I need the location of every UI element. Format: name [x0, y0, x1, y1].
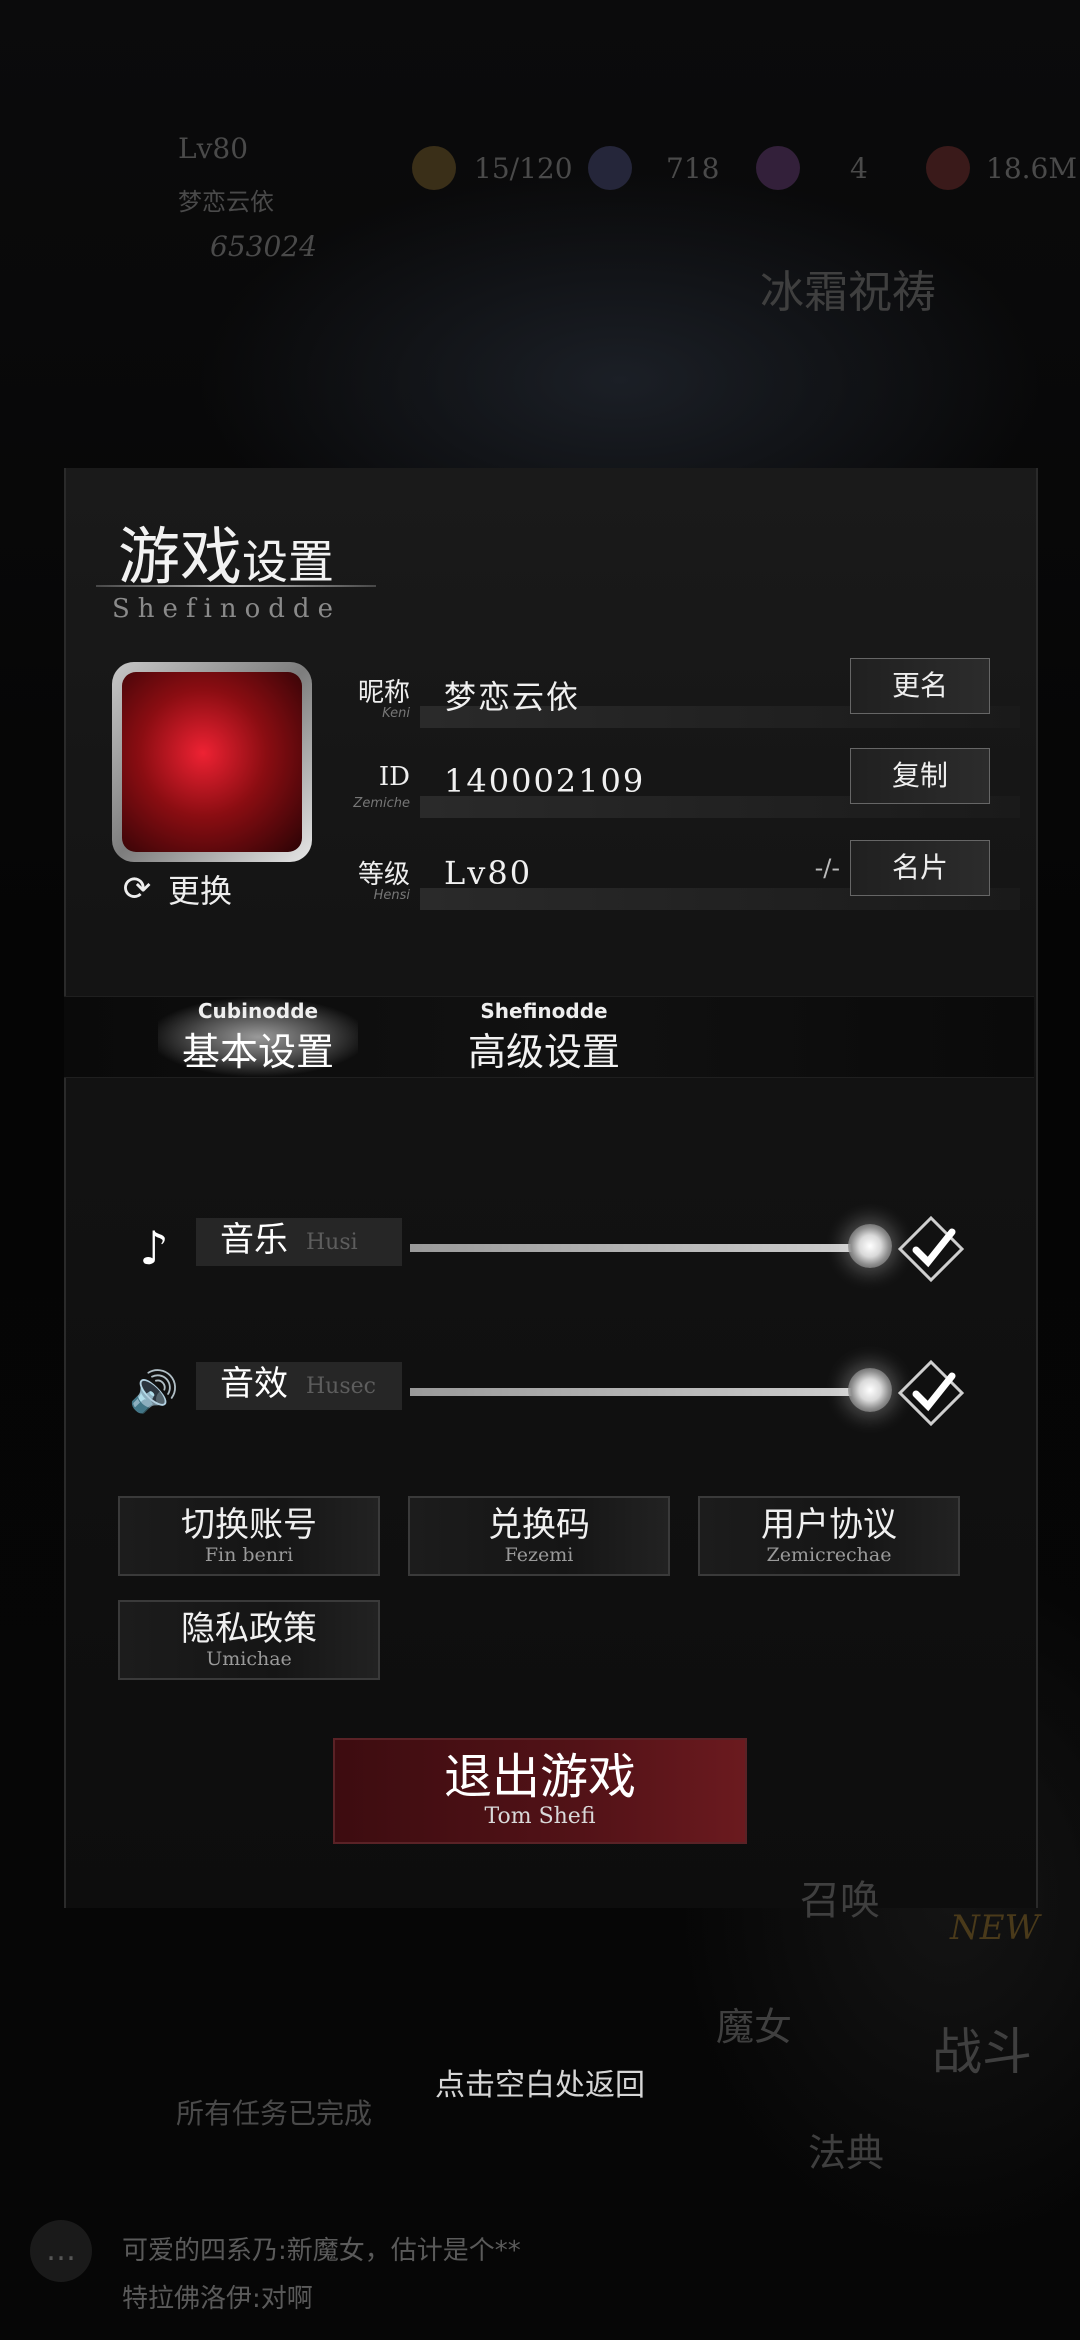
tab-advanced-en: Shefinodde: [480, 999, 608, 1023]
chat-icon[interactable]: …: [30, 2220, 92, 2282]
music-label: 音乐: [220, 1220, 288, 1260]
nickname-label: 昵称: [357, 678, 410, 708]
hud-player-name: 梦恋云依: [178, 188, 274, 216]
switch-account-label: 切换账号: [181, 1505, 317, 1545]
id-label: ID: [378, 762, 410, 792]
avatar[interactable]: [112, 662, 312, 862]
hud-power: 653024: [210, 230, 317, 263]
title-divider: [96, 585, 376, 587]
user-agreement-button[interactable]: 用户协议 Zemicrechae: [698, 1496, 960, 1576]
hud-stamina[interactable]: 15/120: [474, 152, 573, 185]
card-tag: -/-: [814, 854, 840, 882]
gem-icon: [588, 146, 632, 190]
refresh-icon: ⟳: [122, 869, 152, 909]
switch-account-button[interactable]: 切换账号 Fin benri: [118, 1496, 380, 1576]
redeem-code-button[interactable]: 兑换码 Fezemi: [408, 1496, 670, 1576]
sfx-label-en: Husec: [306, 1374, 376, 1399]
hud-shards[interactable]: 4: [850, 152, 868, 185]
user-agreement-label: 用户协议: [761, 1505, 897, 1545]
exit-game-button[interactable]: 退出游戏 Tom Shefi: [333, 1738, 747, 1844]
tab-basic-en: Cubinodde: [197, 999, 319, 1023]
stamina-icon: [412, 146, 456, 190]
exit-game-label-en: Tom Shefi: [484, 1804, 596, 1829]
codex-button[interactable]: 法典: [808, 2122, 884, 2177]
new-badge: NEW: [950, 1908, 1040, 1948]
hud-level: Lv80: [178, 132, 249, 165]
redeem-code-label: 兑换码: [488, 1505, 590, 1545]
avatar-swap-button[interactable]: ⟳ 更换: [120, 866, 232, 912]
tab-advanced-zh: 高级设置: [467, 1030, 620, 1074]
summon-button[interactable]: 召唤: [800, 1868, 880, 1926]
event-banner-title[interactable]: 冰霜祝祷: [760, 256, 936, 320]
level-label: 等级: [357, 860, 410, 890]
music-label-en: Husi: [306, 1230, 358, 1255]
tab-advanced-settings[interactable]: Shefinodde 高级设置: [444, 997, 644, 1077]
switch-account-label-en: Fin benri: [204, 1544, 294, 1566]
tab-basic-settings[interactable]: Cubinodde 基本设置: [158, 997, 358, 1077]
privacy-policy-button[interactable]: 隐私政策 Umichae: [118, 1600, 380, 1680]
settings-tabs: Cubinodde 基本设置 Shefinodde 高级设置: [64, 996, 1034, 1078]
hud-gold[interactable]: 18.6M: [986, 152, 1077, 185]
user-agreement-label-en: Zemicrechae: [766, 1544, 892, 1566]
panel-title-big: 游戏: [118, 520, 243, 593]
music-slider-track[interactable]: [410, 1244, 870, 1252]
dismiss-hint: 点击空白处返回: [435, 2068, 645, 2103]
avatar-portrait: [122, 672, 302, 852]
nickname-value: 梦恋云依: [444, 678, 581, 716]
chat-line-1[interactable]: 可爱的四系乃:新魔女，估计是个**: [122, 2230, 521, 2267]
music-setting-row: ♪ 音乐 Husi: [124, 1208, 974, 1288]
rename-button[interactable]: 更名: [850, 658, 990, 714]
id-row: ID Zemiche 140002109 复制: [330, 748, 1020, 822]
nickname-label-sub: Keni: [382, 706, 410, 721]
sfx-setting-row: 🔊 音效 Husec: [124, 1352, 974, 1432]
avatar-swap-label: 更换: [168, 872, 233, 910]
music-slider-knob[interactable]: [848, 1224, 892, 1268]
name-card-button[interactable]: 名片: [850, 840, 990, 896]
tab-basic-zh: 基本设置: [181, 1030, 334, 1074]
redeem-code-label-en: Fezemi: [504, 1544, 574, 1566]
speaker-icon: 🔊: [129, 1369, 179, 1415]
copy-button[interactable]: 复制: [850, 748, 990, 804]
sfx-slider-knob[interactable]: [848, 1368, 892, 1412]
id-value: 140002109: [444, 762, 646, 800]
privacy-policy-label: 隐私政策: [181, 1609, 317, 1649]
id-label-sub: Zemiche: [353, 796, 410, 811]
panel-title: 游戏设置: [118, 506, 334, 596]
level-row: 等级 Hensi Lv80 -/- 名片: [330, 840, 1020, 914]
panel-subtitle: Shefinodde: [112, 594, 341, 624]
privacy-policy-label-en: Umichae: [206, 1648, 292, 1670]
sfx-slider-track[interactable]: [410, 1388, 870, 1396]
panel-title-small: 设置: [242, 535, 335, 589]
witch-button[interactable]: 魔女: [716, 1996, 792, 2051]
music-note-icon: ♪: [139, 1221, 169, 1275]
chat-line-2[interactable]: 特拉佛洛伊:对啊: [122, 2278, 313, 2315]
level-label-sub: Hensi: [373, 888, 410, 903]
sfx-enable-check-icon[interactable]: [896, 1358, 966, 1428]
gold-icon: [926, 146, 970, 190]
nickname-row: 昵称 Keni 梦恋云依 更名: [330, 658, 1020, 732]
exit-game-label: 退出游戏: [443, 1749, 636, 1805]
sfx-label: 音效: [220, 1364, 288, 1404]
hud-gems[interactable]: 718: [666, 152, 719, 185]
shard-icon: [756, 146, 800, 190]
level-value: Lv80: [444, 854, 533, 892]
music-enable-check-icon[interactable]: [896, 1214, 966, 1284]
